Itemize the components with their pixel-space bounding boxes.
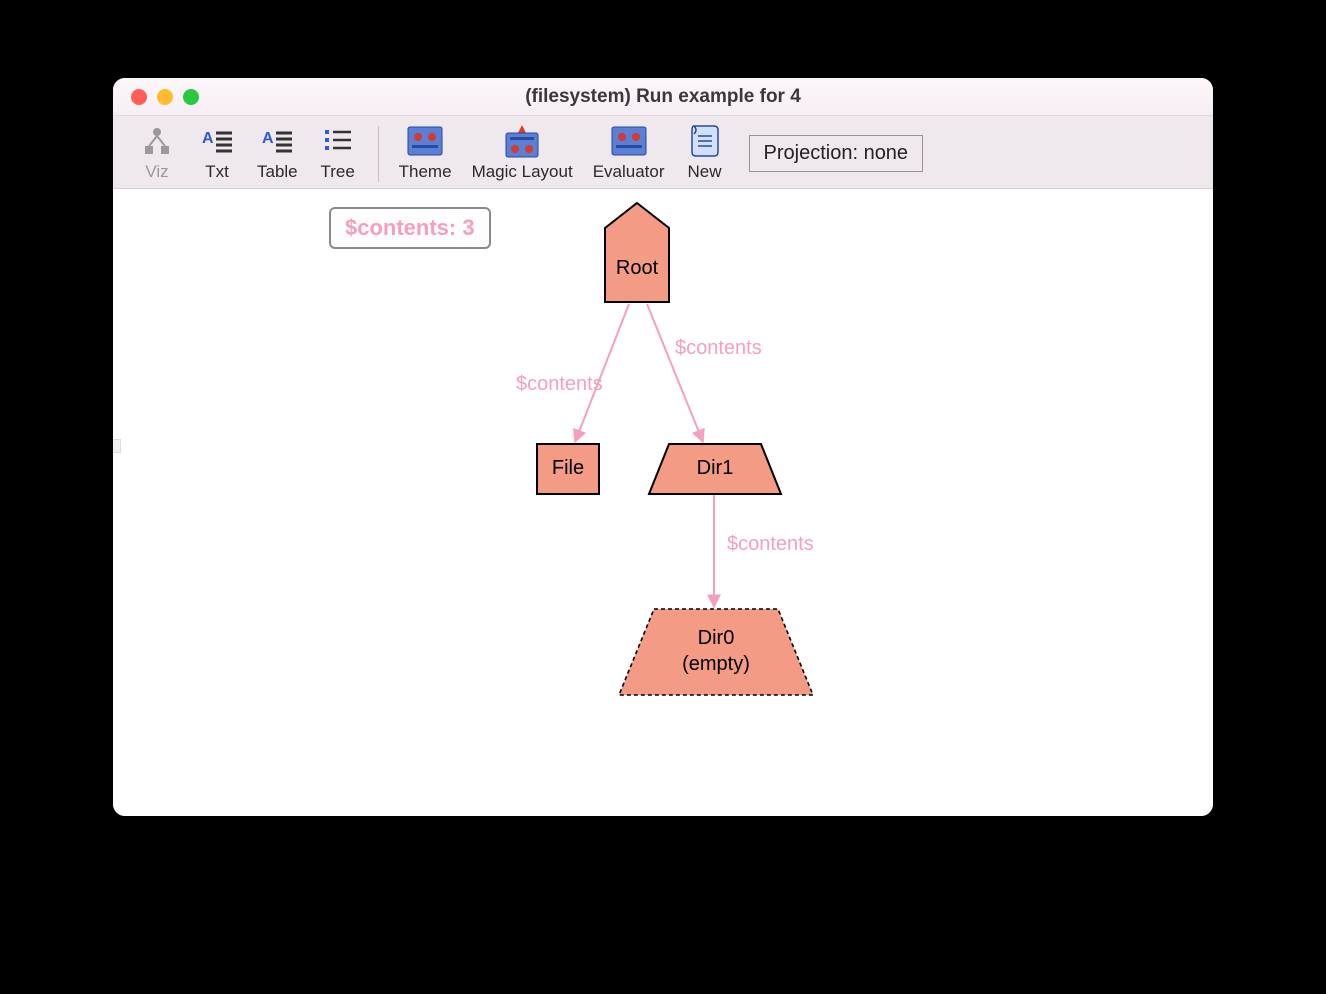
node-root[interactable] [605,203,669,302]
window-title: (filesystem) Run example for 4 [113,86,1213,108]
new-icon [685,124,725,158]
theme-button[interactable]: Theme [389,124,462,182]
magic-layout-button[interactable]: Magic Layout [462,124,583,182]
txt-icon: A [197,124,237,158]
visualization-canvas[interactable]: $contents: 3 [113,189,1213,816]
node-dir0[interactable] [619,609,813,695]
edge-root-file [575,304,629,442]
close-icon[interactable] [131,89,147,105]
evaluator-icon [609,124,649,158]
tree-icon [318,124,358,158]
evaluator-button[interactable]: Evaluator [583,124,675,182]
table-label: Table [257,162,298,182]
graph-svg [113,189,1213,816]
node-file[interactable] [537,444,599,494]
magic-layout-icon [502,124,542,158]
zoom-icon[interactable] [183,89,199,105]
window-controls [113,89,199,105]
viz-label: Viz [145,162,168,182]
tree-label: Tree [320,162,354,182]
toolbar: Viz A Txt A [113,116,1213,189]
txt-button[interactable]: A Txt [187,124,247,182]
toolbar-separator [378,126,379,182]
viz-button[interactable]: Viz [127,124,187,182]
theme-label: Theme [399,162,452,182]
magic-layout-label: Magic Layout [472,162,573,182]
viz-icon [137,124,177,158]
minimize-icon[interactable] [157,89,173,105]
svg-text:A: A [262,130,274,147]
tree-button[interactable]: Tree [308,124,368,182]
app-window: (filesystem) Run example for 4 Viz A [113,78,1213,816]
theme-icon [405,124,445,158]
table-icon: A [257,124,297,158]
evaluator-label: Evaluator [593,162,665,182]
new-button[interactable]: New [675,124,735,182]
txt-label: Txt [205,162,229,182]
titlebar[interactable]: (filesystem) Run example for 4 [113,78,1213,116]
node-dir1[interactable] [649,444,781,494]
table-button[interactable]: A Table [247,124,308,182]
edge-root-dir1 [647,304,703,442]
new-label: New [688,162,722,182]
projection-selector[interactable]: Projection: none [749,135,924,172]
svg-text:A: A [202,130,214,147]
